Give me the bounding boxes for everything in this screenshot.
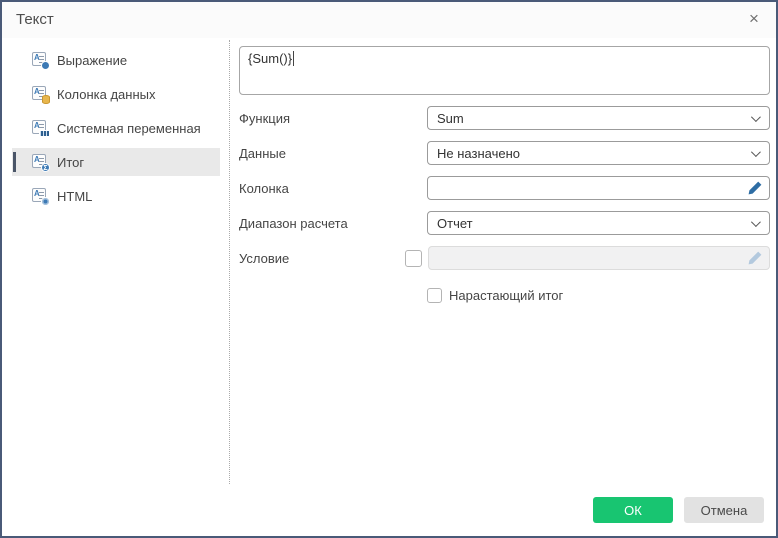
sidebar-item-data-column[interactable]: Колонка данных bbox=[12, 80, 220, 108]
expression-icon bbox=[32, 52, 49, 68]
sidebar-item-label: Системная переменная bbox=[57, 121, 201, 136]
text-dialog: Текст × Выражение Колонка данных Системн… bbox=[0, 0, 778, 538]
edit-pencil-icon-disabled bbox=[747, 250, 763, 266]
function-row: Функция Sum bbox=[239, 106, 770, 130]
column-label: Колонка bbox=[239, 181, 427, 196]
sidebar-item-label: Выражение bbox=[57, 53, 127, 68]
sidebar-item-system-variable[interactable]: Системная переменная bbox=[12, 114, 220, 142]
data-column-icon bbox=[32, 86, 49, 102]
sidebar-item-label: Итог bbox=[57, 155, 84, 170]
data-row: Данные Не назначено bbox=[239, 141, 770, 165]
function-select[interactable]: Sum bbox=[427, 106, 770, 130]
edit-pencil-icon[interactable] bbox=[747, 180, 763, 196]
running-total-row: Нарастающий итог bbox=[427, 283, 770, 307]
ok-button[interactable]: ОК bbox=[593, 497, 673, 523]
running-total-label: Нарастающий итог bbox=[449, 288, 563, 303]
column-row: Колонка bbox=[239, 176, 770, 200]
range-label: Диапазон расчета bbox=[239, 216, 427, 231]
data-value: Не назначено bbox=[437, 146, 520, 161]
expression-value: {Sum()} bbox=[248, 51, 294, 66]
title-bar: Текст × bbox=[2, 2, 776, 38]
total-settings-panel: {Sum()} Функция Sum Данные Не назначено … bbox=[239, 46, 770, 307]
sidebar-item-expression[interactable]: Выражение bbox=[12, 46, 220, 74]
chevron-down-icon bbox=[751, 112, 761, 122]
chevron-down-icon bbox=[751, 147, 761, 157]
sidebar: Выражение Колонка данных Системная перем… bbox=[12, 46, 220, 216]
data-select[interactable]: Не назначено bbox=[427, 141, 770, 165]
column-input[interactable] bbox=[427, 176, 770, 200]
condition-row: Условие bbox=[239, 246, 770, 270]
range-row: Диапазон расчета Отчет bbox=[239, 211, 770, 235]
close-icon[interactable]: × bbox=[742, 7, 766, 31]
sidebar-item-label: Колонка данных bbox=[57, 87, 156, 102]
cancel-button[interactable]: Отмена bbox=[684, 497, 764, 523]
html-globe-icon bbox=[32, 188, 49, 204]
chevron-down-icon bbox=[751, 217, 761, 227]
sidebar-item-total[interactable]: Σ Итог bbox=[12, 148, 220, 176]
sidebar-item-label: HTML bbox=[57, 189, 92, 204]
expression-input[interactable]: {Sum()} bbox=[239, 46, 770, 95]
function-label: Функция bbox=[239, 111, 427, 126]
condition-label: Условие bbox=[239, 251, 405, 266]
sidebar-divider bbox=[229, 40, 230, 484]
total-sigma-icon: Σ bbox=[32, 154, 49, 170]
condition-checkbox[interactable] bbox=[405, 250, 422, 267]
condition-input[interactable] bbox=[428, 246, 770, 270]
dialog-title: Текст bbox=[16, 11, 54, 28]
system-variable-icon bbox=[32, 120, 49, 136]
function-value: Sum bbox=[437, 111, 464, 126]
dialog-footer: ОК Отмена bbox=[593, 497, 764, 523]
running-total-checkbox[interactable] bbox=[427, 288, 442, 303]
range-select[interactable]: Отчет bbox=[427, 211, 770, 235]
data-label: Данные bbox=[239, 146, 427, 161]
range-value: Отчет bbox=[437, 216, 473, 231]
sidebar-item-html[interactable]: HTML bbox=[12, 182, 220, 210]
